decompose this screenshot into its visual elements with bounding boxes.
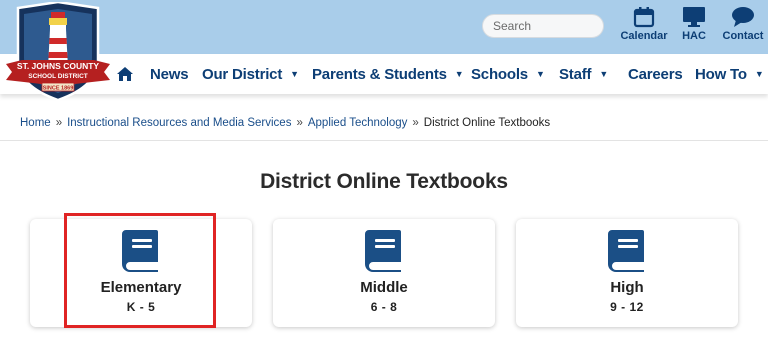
main-nav: News Our District ▼ Parents & Students ▼ S… [0,54,768,94]
nav-parents-students[interactable]: Parents & Students ▼ [312,66,464,83]
nav-schools-label: Schools [471,66,528,83]
page-title: District Online Textbooks [260,170,508,193]
nav-staff[interactable]: Staff ▼ [559,66,608,83]
nav-how-to-label: How To [695,66,747,83]
breadcrumb-separator: » [296,117,303,129]
breadcrumb: Home » Instructional Resources and Media S… [20,117,550,129]
breadcrumb-current: District Online Textbooks [423,117,551,129]
contact-link[interactable]: Contact [716,6,768,42]
breadcrumb-instructional-resources[interactable]: Instructional Resources and Media Servic… [67,117,291,129]
chevron-down-icon: ▼ [599,69,609,79]
breadcrumb-applied-technology[interactable]: Applied Technology [308,117,408,129]
breadcrumb-separator: » [412,117,419,129]
monitor-icon [683,7,705,27]
calendar-icon [633,7,655,28]
nav-our-district-label: Our District [202,66,283,83]
svg-text:SINCE 1869: SINCE 1869 [43,86,74,92]
chat-bubble-icon [732,7,754,27]
divider [0,140,768,141]
chevron-down-icon: ▼ [454,69,464,79]
chevron-down-icon: ▼ [754,69,764,79]
svg-text:SCHOOL DISTRICT: SCHOOL DISTRICT [28,73,87,80]
home-icon [117,67,133,81]
chevron-down-icon: ▼ [290,69,299,79]
breadcrumb-separator: » [55,117,63,129]
search-input[interactable] [482,14,604,38]
contact-label: Contact [722,30,764,42]
calendar-label: Calendar [620,30,668,42]
highlight-box [64,213,216,328]
nav-home-button[interactable] [116,66,134,87]
book-icon [608,230,644,272]
nav-news[interactable]: News [150,66,189,83]
card-high[interactable]: High 9 - 12 [516,219,738,327]
hac-label: HAC [682,30,706,42]
nav-parents-students-label: Parents & Students [312,66,447,83]
breadcrumb-home[interactable]: Home [20,117,51,129]
lighthouse-shield-logo-icon: ST. JOHNS COUNTY SCHOOL DISTRICT SINCE 1… [6,0,110,102]
card-title: Middle [360,279,408,296]
nav-careers-label: Careers [628,66,683,83]
nav-staff-label: Staff [559,66,592,83]
card-title: High [610,279,644,296]
district-logo[interactable]: ST. JOHNS COUNTY SCHOOL DISTRICT SINCE 1… [4,0,112,102]
book-icon [365,230,401,272]
calendar-link[interactable]: Calendar [617,6,671,42]
svg-text:ST. JOHNS COUNTY: ST. JOHNS COUNTY [17,61,100,71]
nav-news-label: News [150,66,189,83]
nav-how-to[interactable]: How To ▼ [695,66,764,83]
chevron-down-icon: ▼ [535,69,545,79]
nav-our-district[interactable]: Our District ▼ [202,66,299,83]
card-grades: 6 - 8 [370,300,398,314]
nav-careers[interactable]: Careers [628,66,683,83]
card-middle[interactable]: Middle 6 - 8 [273,219,495,327]
card-grades: 9 - 12 [610,300,644,314]
hac-link[interactable]: HAC [667,6,721,42]
nav-schools[interactable]: Schools ▼ [471,66,545,83]
